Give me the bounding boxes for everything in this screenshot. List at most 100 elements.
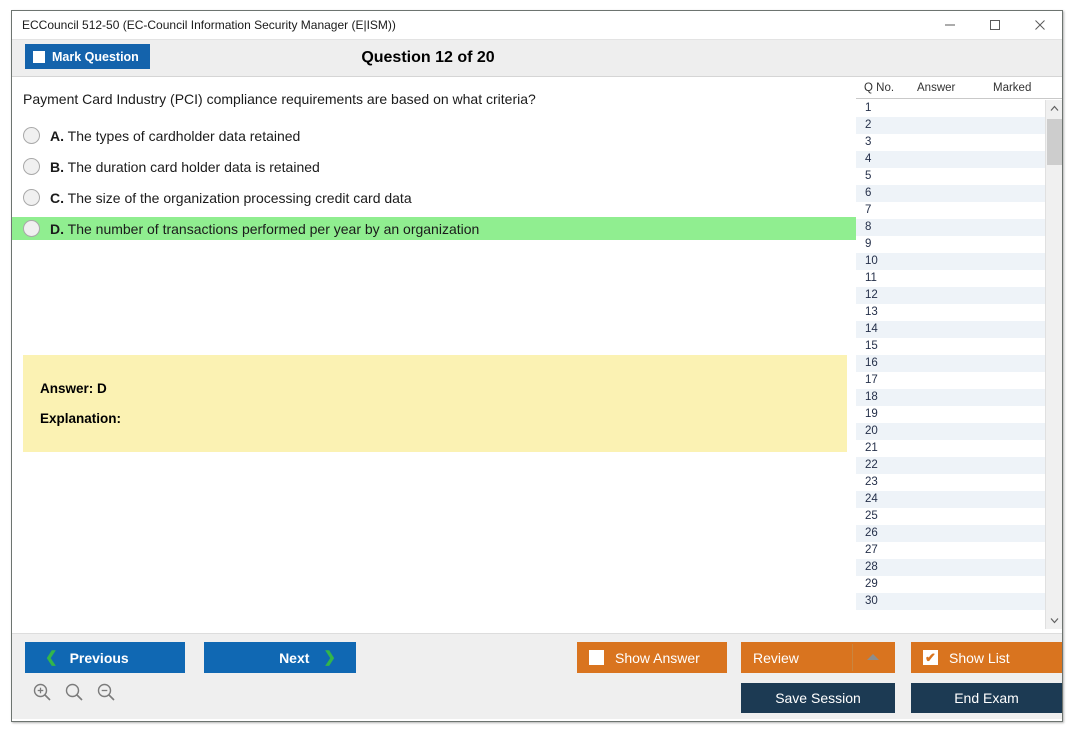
review-divider: [852, 644, 853, 671]
answer-option-c[interactable]: C. The size of the organization processi…: [12, 186, 856, 209]
question-text: Payment Card Industry (PCI) compliance r…: [23, 91, 536, 107]
question-list-row-number: 11: [865, 272, 877, 284]
zoom-in-icon[interactable]: [32, 682, 52, 702]
question-list-row[interactable]: 18: [856, 389, 1045, 406]
show-list-button[interactable]: ✔ Show List: [911, 642, 1062, 673]
radio-button-icon[interactable]: [23, 158, 40, 175]
question-list-row[interactable]: 15: [856, 338, 1045, 355]
answer-option-label: C. The size of the organization processi…: [50, 190, 412, 206]
question-panel: Payment Card Industry (PCI) compliance r…: [12, 77, 857, 633]
question-list-row[interactable]: 24: [856, 491, 1045, 508]
previous-button[interactable]: ❮ Previous: [25, 642, 185, 673]
answer-option-text: The number of transactions performed per…: [67, 220, 480, 237]
end-exam-label: End Exam: [954, 690, 1019, 706]
question-list-row[interactable]: 28: [856, 559, 1045, 576]
question-list-row-number: 30: [865, 595, 878, 607]
zoom-out-icon[interactable]: [96, 682, 116, 702]
exam-body: Payment Card Industry (PCI) compliance r…: [12, 77, 1062, 633]
question-list-row[interactable]: 2: [856, 117, 1045, 134]
question-list-row[interactable]: 12: [856, 287, 1045, 304]
answer-text: Answer: D: [40, 381, 107, 396]
show-list-checkbox-icon: ✔: [923, 650, 938, 665]
radio-button-icon[interactable]: [23, 220, 40, 237]
question-list-row[interactable]: 21: [856, 440, 1045, 457]
answer-option-letter: B.: [50, 158, 64, 175]
question-list-row[interactable]: 3: [856, 134, 1045, 151]
chevron-up-icon[interactable]: [1046, 100, 1062, 117]
checkmark-icon: ✔: [925, 650, 936, 665]
answer-option-label: A. The types of cardholder data retained: [50, 128, 300, 144]
question-list-row-number: 24: [865, 493, 878, 505]
question-list-row[interactable]: 5: [856, 168, 1045, 185]
explanation-text: Explanation:: [40, 411, 122, 426]
question-list-row[interactable]: 8: [856, 219, 1045, 236]
question-list-row[interactable]: 6: [856, 185, 1045, 202]
question-list-row[interactable]: 10: [856, 253, 1045, 270]
question-list-row[interactable]: 26: [856, 525, 1045, 542]
zoom-icon[interactable]: [64, 682, 84, 702]
question-list-row-number: 3: [865, 136, 872, 148]
question-list-rows: 1 2 3 4 5 6 7 8 9 10 11 12 13 14 15 16 17 18 19 20 21 22 23 24 2…: [856, 100, 1045, 610]
question-list-row-number: 6: [865, 187, 872, 199]
question-list-row[interactable]: 29: [856, 576, 1045, 593]
answer-option-label: B. The duration card holder data is reta…: [50, 159, 320, 175]
question-list-row[interactable]: 16: [856, 355, 1045, 372]
question-list-row[interactable]: 20: [856, 423, 1045, 440]
question-list-row[interactable]: 9: [856, 236, 1045, 253]
save-session-button[interactable]: Save Session: [741, 683, 895, 713]
answer-option-letter: D.: [50, 220, 64, 237]
question-list-row[interactable]: 17: [856, 372, 1045, 389]
question-list-row[interactable]: 14: [856, 321, 1045, 338]
question-list-row[interactable]: 11: [856, 270, 1045, 287]
question-list-row[interactable]: 19: [856, 406, 1045, 423]
next-button[interactable]: Next ❯: [204, 642, 356, 673]
question-list-row-number: 8: [865, 221, 872, 233]
close-icon[interactable]: [1017, 11, 1062, 39]
question-list-row[interactable]: 1: [856, 100, 1045, 117]
column-header-answer: Answer: [917, 82, 956, 94]
show-answer-button[interactable]: Show Answer: [577, 642, 727, 673]
minimize-icon[interactable]: [927, 11, 972, 39]
question-list-scroll-area[interactable]: 1 2 3 4 5 6 7 8 9 10 11 12 13 14 15 16 17 18 19 20 21 22 23 24 2…: [856, 100, 1062, 629]
answer-option-d[interactable]: D. The number of transactions performed …: [12, 217, 856, 240]
show-answer-checkbox-icon: [589, 650, 604, 665]
maximize-icon[interactable]: [972, 11, 1017, 39]
answer-option-b[interactable]: B. The duration card holder data is reta…: [12, 155, 856, 178]
question-list-row[interactable]: 13: [856, 304, 1045, 321]
answer-option-a[interactable]: A. The types of cardholder data retained: [12, 124, 856, 147]
question-list-row[interactable]: 4: [856, 151, 1045, 168]
question-list-row-number: 10: [865, 255, 878, 267]
question-list-row[interactable]: 22: [856, 457, 1045, 474]
question-list-row-number: 12: [865, 289, 878, 301]
question-list-row-number: 18: [865, 391, 878, 403]
radio-button-icon[interactable]: [23, 189, 40, 206]
scrollbar-thumb[interactable]: [1047, 119, 1062, 165]
question-list-row-number: 26: [865, 527, 878, 539]
end-exam-button[interactable]: End Exam: [911, 683, 1062, 713]
column-header-qno: Q No.: [864, 82, 895, 94]
question-list-row-number: 23: [865, 476, 878, 488]
show-answer-label: Show Answer: [615, 649, 700, 666]
question-list-row[interactable]: 25: [856, 508, 1045, 525]
question-list-row[interactable]: 27: [856, 542, 1045, 559]
answer-option-text: The duration card holder data is retaine…: [67, 158, 320, 175]
previous-label: Previous: [69, 649, 129, 666]
question-list-row[interactable]: 7: [856, 202, 1045, 219]
exam-application-window: ECCouncil 512-50 (EC-Council Information…: [11, 10, 1063, 722]
question-list-row-number: 16: [865, 357, 878, 369]
question-list-row-number: 7: [865, 204, 872, 216]
question-counter: Question 12 of 20: [361, 49, 495, 66]
answer-options-list: A. The types of cardholder data retained…: [12, 124, 856, 248]
question-list-row[interactable]: 30: [856, 593, 1045, 610]
question-list-row-number: 28: [865, 561, 878, 573]
review-dropdown-button[interactable]: Review: [741, 642, 895, 673]
question-list-row-number: 5: [865, 170, 872, 182]
question-list-row[interactable]: 23: [856, 474, 1045, 491]
caret-up-icon: [867, 654, 879, 660]
chevron-down-icon[interactable]: [1046, 612, 1062, 629]
question-list-scrollbar[interactable]: [1045, 100, 1062, 629]
exam-footer: ❮ Previous Next ❯ Show Answer Review ✔ S…: [12, 633, 1062, 719]
answer-option-letter: A.: [50, 127, 64, 144]
radio-button-icon[interactable]: [23, 127, 40, 144]
question-list-header: Q No. Answer Marked: [856, 77, 1062, 99]
